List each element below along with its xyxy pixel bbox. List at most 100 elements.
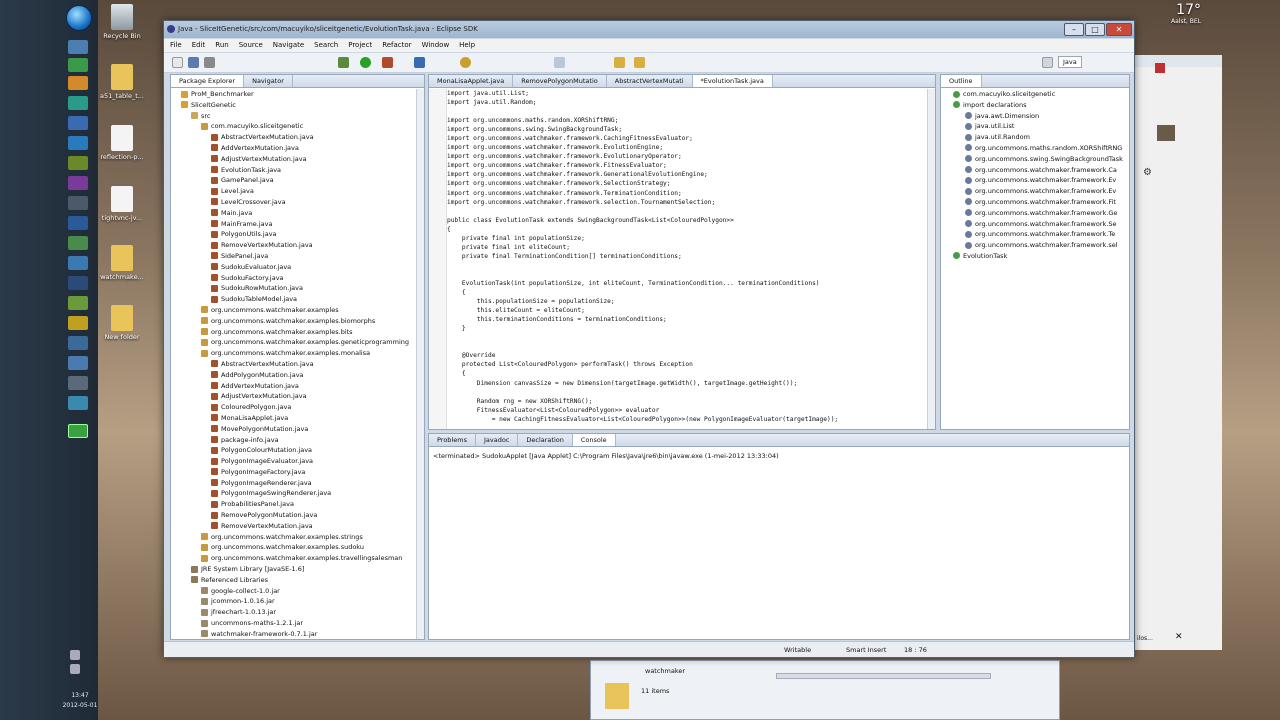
- package-tree-item[interactable]: org.uncommons.watchmaker.examples.string…: [171, 532, 416, 543]
- taskbar-app-icon[interactable]: [68, 256, 88, 270]
- tab-declaration[interactable]: Declaration: [518, 434, 573, 446]
- code-line[interactable]: import org.uncommons.watchmaker.framewor…: [447, 198, 921, 207]
- code-line[interactable]: @Override: [447, 351, 921, 360]
- taskbar-app-icon[interactable]: [68, 176, 88, 190]
- outline-item[interactable]: org.uncommons.watchmaker.framework.Te: [941, 229, 1129, 240]
- java-editor[interactable]: MonaLisaApplet.java RemovePolygonMutatio…: [428, 74, 936, 430]
- outline-item[interactable]: org.uncommons.watchmaker.framework.Ge: [941, 208, 1129, 219]
- package-tree-item[interactable]: SliceItGenetic: [171, 100, 416, 111]
- code-line[interactable]: import org.uncommons.watchmaker.framewor…: [447, 143, 921, 152]
- code-line[interactable]: = new CachingFitnessEvaluator<List<Colou…: [447, 415, 921, 424]
- outline-item[interactable]: java.util.Random: [941, 132, 1129, 143]
- code-line[interactable]: [447, 270, 921, 279]
- menu-file[interactable]: File: [170, 41, 182, 52]
- menu-window[interactable]: Window: [422, 41, 450, 52]
- start-button[interactable]: [66, 5, 92, 31]
- clock-time[interactable]: 13:47: [62, 692, 98, 699]
- tab-outline[interactable]: Outline: [941, 75, 982, 87]
- menu-refactor[interactable]: Refactor: [382, 41, 411, 52]
- code-line[interactable]: import org.uncommons.watchmaker.framewor…: [447, 134, 921, 143]
- package-tree-item[interactable]: org.uncommons.watchmaker.examples.bits: [171, 327, 416, 338]
- outline-view[interactable]: Outline com.macuyiko.sliceitgenetic impor…: [940, 74, 1130, 430]
- code-line[interactable]: EvolutionTask(int populationSize, int el…: [447, 279, 921, 288]
- outline-item[interactable]: org.uncommons.watchmaker.framework.sel: [941, 240, 1129, 251]
- code-line[interactable]: import org.uncommons.watchmaker.framewor…: [447, 179, 921, 188]
- outline-item[interactable]: org.uncommons.watchmaker.framework.Ev: [941, 175, 1129, 186]
- taskbar-app-icon[interactable]: [68, 136, 88, 150]
- taskbar-app-icon[interactable]: [68, 316, 88, 330]
- code-line[interactable]: Random rng = new XORShiftRNG();: [447, 397, 921, 406]
- menu-project[interactable]: Project: [348, 41, 372, 52]
- package-tree-item[interactable]: JRE System Library [JavaSE-1.6]: [171, 564, 416, 575]
- package-tree-item[interactable]: SidePanel.java: [171, 251, 416, 262]
- package-tree-item[interactable]: PolygonColourMutation.java: [171, 445, 416, 456]
- desktop-icon-file[interactable]: reflection-p...: [97, 125, 147, 161]
- package-tree-item[interactable]: org.uncommons.watchmaker.examples.travel…: [171, 553, 416, 564]
- outline-item[interactable]: org.uncommons.watchmaker.framework.Se: [941, 219, 1129, 230]
- weather-gadget[interactable]: 17° Aalst, BEL: [1145, 2, 1205, 38]
- code-line[interactable]: private final int populationSize;: [447, 234, 921, 243]
- taskbar-app-icon[interactable]: [68, 424, 88, 438]
- package-tree-item[interactable]: EvolutionTask.java: [171, 165, 416, 176]
- package-tree-item[interactable]: org.uncommons.watchmaker.examples.sudoku: [171, 542, 416, 553]
- outline-item[interactable]: org.uncommons.watchmaker.framework.Ca: [941, 165, 1129, 176]
- package-tree-item[interactable]: SudokuFactory.java: [171, 273, 416, 284]
- tab-problems[interactable]: Problems: [429, 434, 476, 446]
- package-tree-item[interactable]: MainFrame.java: [171, 219, 416, 230]
- desktop-icon-file[interactable]: a51_table_t...: [97, 64, 147, 100]
- toggle-mark-icon[interactable]: [554, 57, 565, 68]
- taskbar-app-icon[interactable]: [68, 216, 88, 230]
- debug-icon[interactable]: [338, 57, 349, 68]
- package-tree-item[interactable]: AbstractVertexMutation.java: [171, 359, 416, 370]
- package-tree-item[interactable]: AdjustVertexMutation.java: [171, 154, 416, 165]
- package-tree-item[interactable]: com.macuyiko.sliceitgenetic: [171, 121, 416, 132]
- package-tree-item[interactable]: package-info.java: [171, 435, 416, 446]
- new-icon[interactable]: [172, 57, 183, 68]
- code-line[interactable]: {: [447, 288, 921, 297]
- package-tree-item[interactable]: ProbabilitiesPanel.java: [171, 499, 416, 510]
- taskbar-app-icon[interactable]: [68, 296, 88, 310]
- code-line[interactable]: {: [447, 225, 921, 234]
- taskbar-app-icon[interactable]: [68, 276, 88, 290]
- network-icon[interactable]: [70, 664, 80, 674]
- package-tree-item[interactable]: Level.java: [171, 186, 416, 197]
- package-tree[interactable]: ProM_Benchmarker SliceItGenetic src com.mac…: [171, 89, 416, 639]
- code-line[interactable]: [447, 333, 921, 342]
- taskbar-app-icon[interactable]: [68, 40, 88, 54]
- bottom-views[interactable]: Problems Javadoc Declaration Console <te…: [428, 433, 1130, 640]
- package-tree-item[interactable]: uncommons-maths-1.2.1.jar: [171, 618, 416, 629]
- taskbar-app-icon[interactable]: [68, 196, 88, 210]
- background-explorer-window[interactable]: watchmaker 11 items: [590, 660, 1060, 720]
- package-tree-item[interactable]: jfreechart-1.0.13.jar: [171, 607, 416, 618]
- package-tree-item[interactable]: PolygonImageFactory.java: [171, 467, 416, 478]
- save-icon[interactable]: [188, 57, 199, 68]
- print-icon[interactable]: [204, 57, 215, 68]
- package-tree-item[interactable]: LevelCrossover.java: [171, 197, 416, 208]
- code-area[interactable]: import java.util.List; import java.util.R…: [447, 89, 921, 429]
- code-line[interactable]: [447, 342, 921, 351]
- code-line[interactable]: [447, 207, 921, 216]
- package-tree-item[interactable]: AddPolygonMutation.java: [171, 370, 416, 381]
- code-line[interactable]: }: [447, 324, 921, 333]
- package-tree-item[interactable]: watchmaker-framework-0.7.1.jar: [171, 629, 416, 639]
- taskbar-app-icon[interactable]: [68, 76, 88, 90]
- package-tree-item[interactable]: AdjustVertexMutation.java: [171, 391, 416, 402]
- close-icon[interactable]: ✕: [1175, 632, 1183, 642]
- code-line[interactable]: import org.uncommons.watchmaker.framewor…: [447, 152, 921, 161]
- forward-icon[interactable]: [634, 57, 645, 68]
- package-explorer-scrollbar[interactable]: [416, 89, 424, 639]
- code-line[interactable]: import org.uncommons.watchmaker.framewor…: [447, 189, 921, 198]
- run-icon[interactable]: [360, 57, 371, 68]
- taskbar-app-icon[interactable]: [68, 336, 88, 350]
- code-line[interactable]: import org.uncommons.swing.SwingBackgrou…: [447, 125, 921, 134]
- maximize-button[interactable]: □: [1085, 23, 1105, 36]
- code-line[interactable]: public class EvolutionTask extends Swing…: [447, 216, 921, 225]
- desktop-icon-folder[interactable]: watchmake...: [97, 245, 147, 281]
- code-line[interactable]: import org.uncommons.watchmaker.framewor…: [447, 170, 921, 179]
- package-tree-item[interactable]: Main.java: [171, 208, 416, 219]
- package-tree-item[interactable]: org.uncommons.watchmaker.examples.geneti…: [171, 337, 416, 348]
- menu-run[interactable]: Run: [215, 41, 228, 52]
- clock-date[interactable]: 2012-05-01: [62, 702, 98, 709]
- eclipse-window[interactable]: Java - SliceItGenetic/src/com/macuyiko/s…: [163, 20, 1135, 658]
- taskbar-app-icon[interactable]: [68, 96, 88, 110]
